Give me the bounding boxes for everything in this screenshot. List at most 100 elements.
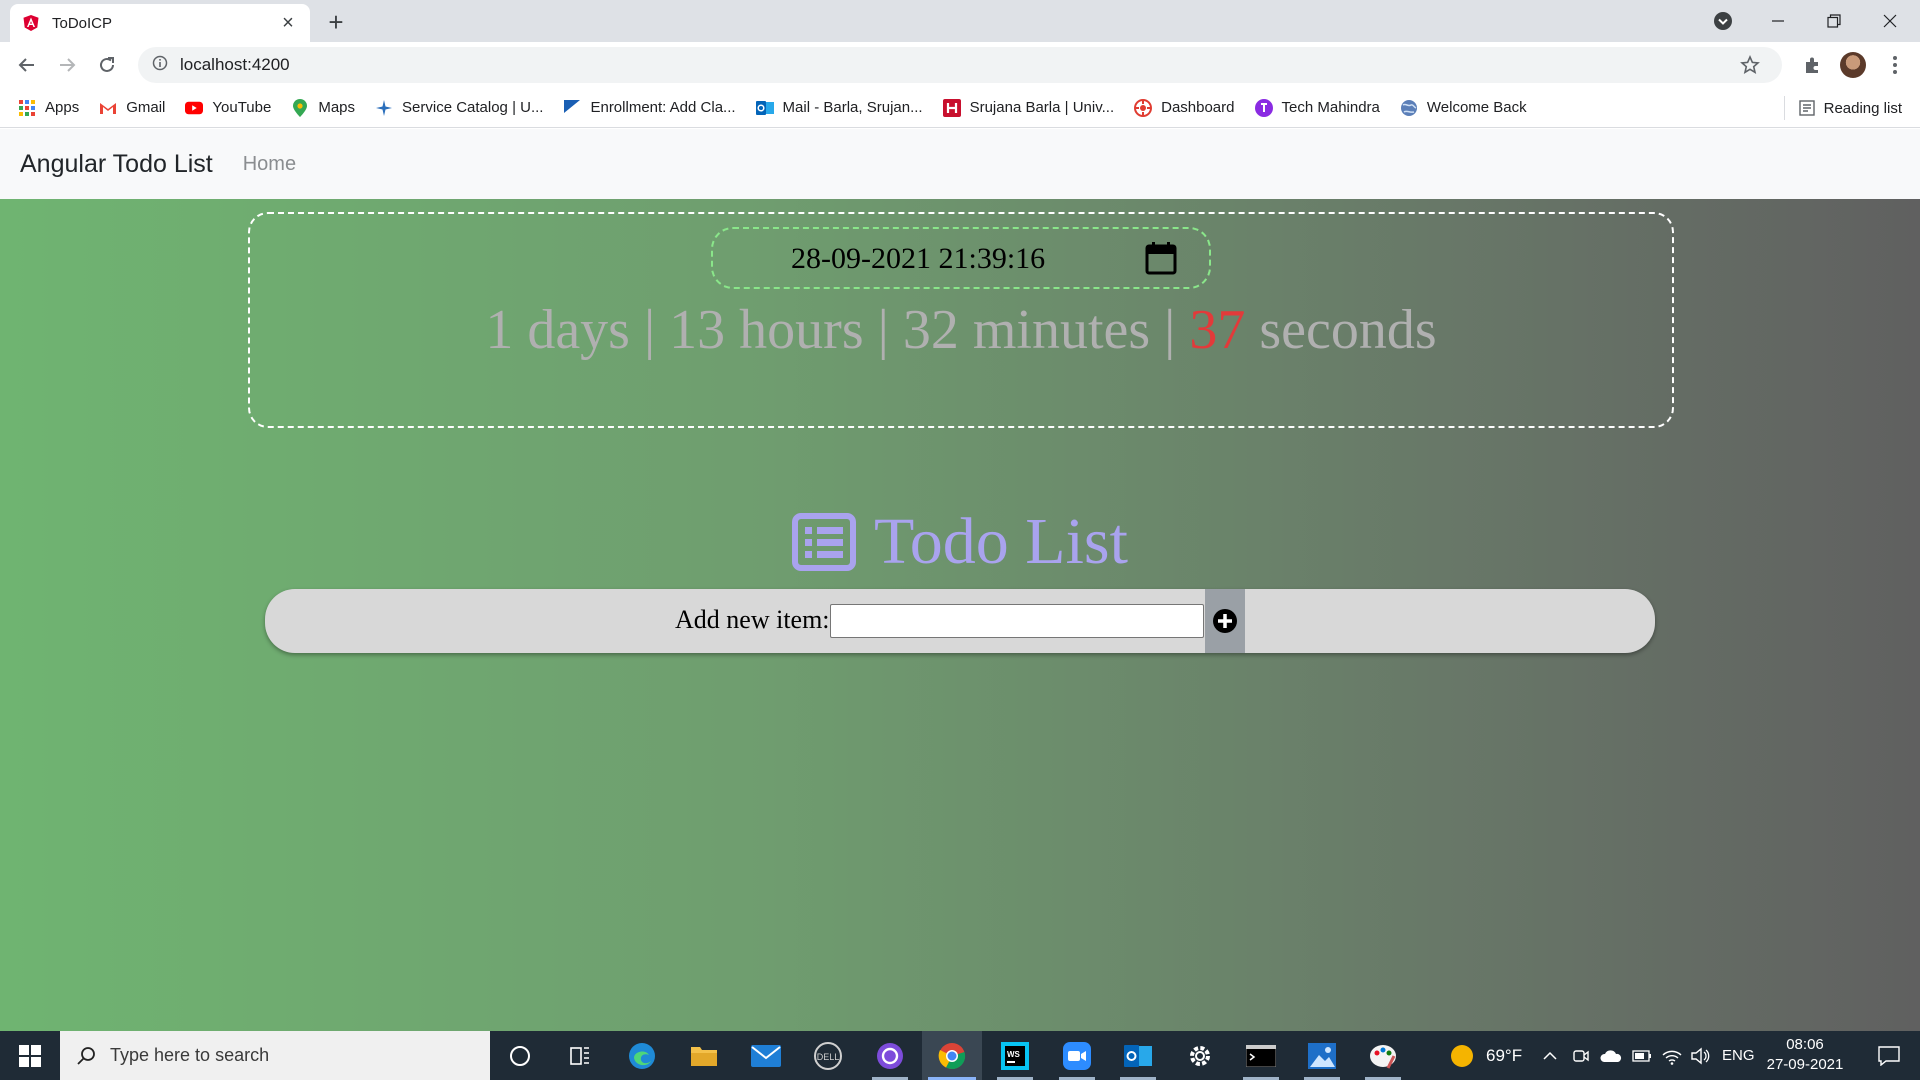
bookmark-maps[interactable]: Maps: [291, 98, 355, 117]
bookmark-mail[interactable]: Mail - Barla, Srujan...: [755, 99, 923, 117]
bookmark-welcome-back[interactable]: Welcome Back: [1400, 99, 1527, 117]
cortana-icon[interactable]: [490, 1031, 550, 1080]
bookmarks-bar: Apps Gmail YouTube Maps Service Catalog …: [0, 88, 1920, 128]
search-icon: [76, 1046, 96, 1066]
meet-now-icon[interactable]: [1572, 1031, 1590, 1080]
back-icon[interactable]: [12, 50, 42, 80]
browser-tab[interactable]: ToDoICP ×: [10, 4, 310, 42]
countdown-days: 1 days |: [485, 299, 656, 361]
bookmark-star-icon[interactable]: [1740, 55, 1760, 80]
reload-icon[interactable]: [92, 50, 122, 80]
bookmark-dashboard[interactable]: Dashboard: [1134, 98, 1235, 117]
bookmark-gmail[interactable]: Gmail: [99, 99, 165, 117]
list-alt-icon: [792, 513, 857, 571]
windows-taskbar: Type here to search DELL WS 69°F ENG 08:…: [0, 1031, 1920, 1080]
notifications-icon[interactable]: [1864, 1031, 1914, 1080]
bookmark-service-catalog[interactable]: Service Catalog | U...: [375, 99, 543, 117]
reading-list-icon: [1798, 100, 1815, 116]
svg-text:DELL: DELL: [817, 1052, 840, 1062]
angular-favicon-icon: [22, 14, 40, 32]
nav-home-link[interactable]: Home: [243, 153, 296, 176]
tray-overflow-icon[interactable]: [1542, 1031, 1558, 1080]
bookmark-label: Service Catalog | U...: [402, 99, 544, 116]
settings-gear-icon[interactable]: [1170, 1031, 1230, 1080]
globe-icon: [1400, 99, 1418, 117]
browser-menu-icon[interactable]: [1880, 50, 1910, 80]
apps-grid-icon: [18, 99, 36, 117]
browser-tab-bar: ToDoICP × +: [0, 0, 1920, 42]
forward-icon[interactable]: [52, 50, 82, 80]
close-window-icon[interactable]: [1862, 0, 1918, 42]
bookmark-enrollment[interactable]: Enrollment: Add Cla...: [563, 98, 736, 117]
tab-search-icon[interactable]: [1712, 10, 1734, 32]
weather-widget[interactable]: 69°F: [1450, 1031, 1522, 1080]
outlook-app-icon[interactable]: [1108, 1031, 1168, 1080]
datetime-picker[interactable]: 28-09-2021 21:39:16: [711, 227, 1211, 289]
app-brand[interactable]: Angular Todo List: [20, 150, 213, 179]
tech-mahindra-icon: [1254, 98, 1273, 117]
github-desktop-icon[interactable]: [860, 1031, 920, 1080]
restore-icon[interactable]: [1806, 0, 1862, 42]
profile-avatar[interactable]: [1838, 50, 1868, 80]
bookmark-label: Srujana Barla | Univ...: [969, 99, 1115, 116]
minimize-icon[interactable]: [1750, 0, 1806, 42]
paint-icon[interactable]: [1353, 1031, 1413, 1080]
bookmark-label: Enrollment: Add Cla...: [590, 99, 736, 116]
extensions-icon[interactable]: [1797, 50, 1827, 80]
battery-icon[interactable]: [1632, 1031, 1652, 1080]
add-item-button[interactable]: [1205, 589, 1245, 653]
onedrive-icon[interactable]: [1600, 1031, 1622, 1080]
bookmark-youtube[interactable]: YouTube: [185, 99, 271, 117]
volume-icon[interactable]: [1690, 1031, 1710, 1080]
calendar-icon[interactable]: [1145, 241, 1177, 275]
bookmark-label: YouTube: [212, 99, 272, 116]
dashboard-icon: [1134, 98, 1153, 117]
webstorm-icon[interactable]: WS: [985, 1031, 1045, 1080]
plus-circle-icon: [1212, 608, 1238, 634]
reading-list-label: Reading list: [1823, 99, 1902, 117]
mail-app-icon[interactable]: [736, 1031, 796, 1080]
windows-start-icon[interactable]: [0, 1031, 60, 1080]
task-view-icon[interactable]: [550, 1031, 610, 1080]
datetime-value: 28-09-2021 21:39:16: [791, 242, 1046, 275]
todo-title: Todo List: [874, 505, 1128, 578]
wifi-icon[interactable]: [1662, 1031, 1682, 1080]
taskbar-clock[interactable]: 08:06 27-09-2021: [1760, 1035, 1850, 1075]
service-catalog-icon: [375, 99, 393, 117]
countdown-seconds-value: 37: [1189, 299, 1246, 361]
close-tab-icon[interactable]: ×: [278, 13, 298, 33]
bookmarks-divider: [1784, 96, 1785, 120]
bookmark-label: Dashboard: [1161, 99, 1235, 116]
zoom-icon[interactable]: [1047, 1031, 1107, 1080]
taskbar-search[interactable]: Type here to search: [60, 1031, 490, 1080]
address-bar[interactable]: localhost:4200: [138, 47, 1782, 83]
bookmark-tech-mahindra[interactable]: Tech Mahindra: [1254, 98, 1380, 117]
enrollment-icon: [563, 98, 582, 117]
terminal-icon[interactable]: [1231, 1031, 1291, 1080]
add-item-label: Add new item:: [675, 605, 830, 634]
edge-browser-icon[interactable]: [612, 1031, 672, 1080]
reading-list-button[interactable]: Reading list: [1798, 88, 1902, 128]
chrome-icon[interactable]: [922, 1031, 982, 1080]
bookmark-university[interactable]: Srujana Barla | Univ...: [942, 98, 1115, 117]
new-tab-icon[interactable]: +: [322, 7, 350, 37]
bookmark-label: Mail - Barla, Srujan...: [782, 99, 923, 116]
dell-icon[interactable]: DELL: [798, 1031, 858, 1080]
app-navbar: Angular Todo List Home: [0, 129, 1920, 199]
todo-heading: Todo List: [0, 504, 1920, 580]
bookmark-label: Apps: [45, 99, 80, 116]
countdown-seconds-label: seconds: [1259, 299, 1437, 361]
countdown-hours: 13 hours |: [669, 299, 889, 361]
university-icon: [942, 98, 961, 117]
weather-temp: 69°F: [1486, 1045, 1523, 1065]
language-indicator[interactable]: ENG: [1722, 1031, 1755, 1080]
photos-icon[interactable]: [1292, 1031, 1352, 1080]
file-explorer-icon[interactable]: [674, 1031, 734, 1080]
bookmark-apps[interactable]: Apps: [18, 99, 79, 117]
bookmark-label: Welcome Back: [1426, 99, 1527, 116]
bookmark-label: Gmail: [126, 99, 166, 116]
tab-title: ToDoICP: [52, 14, 113, 32]
site-info-icon[interactable]: [152, 55, 168, 76]
clock-date: 27-09-2021: [1766, 1056, 1844, 1073]
add-item-input[interactable]: [830, 604, 1204, 638]
